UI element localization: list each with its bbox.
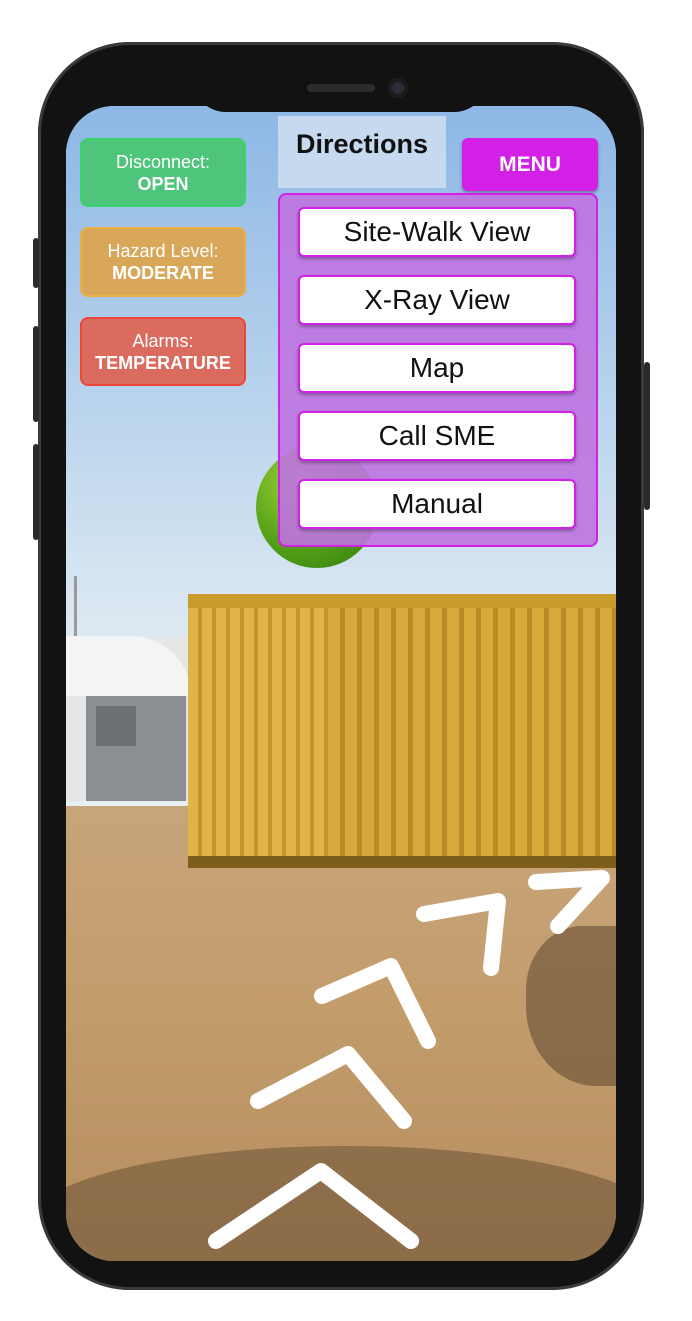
disconnect-status-badge: Disconnect: OPEN: [80, 138, 246, 207]
phone-volume-down-button: [33, 444, 39, 540]
disconnect-value: OPEN: [137, 174, 189, 194]
menu-item-map[interactable]: Map: [298, 343, 576, 393]
menu-item-manual[interactable]: Manual: [298, 479, 576, 529]
ar-camera-view: Disconnect: OPEN Hazard Level: MODERATE …: [66, 106, 616, 1261]
hazard-level-value: MODERATE: [112, 263, 214, 283]
hazard-level-badge: Hazard Level: MODERATE: [80, 227, 246, 297]
alarms-label: Alarms:: [132, 331, 194, 351]
phone-power-button: [644, 362, 650, 510]
phone-notch: [192, 62, 488, 112]
menu-panel: Site-Walk View X-Ray View Map Call SME M…: [278, 193, 598, 547]
menu-button[interactable]: MENU: [462, 138, 598, 191]
disconnect-label: Disconnect:: [115, 152, 211, 172]
menu-item-x-ray-view[interactable]: X-Ray View: [298, 275, 576, 325]
alarms-value: TEMPERATURE: [95, 353, 231, 373]
menu-item-call-sme[interactable]: Call SME: [298, 411, 576, 461]
phone-side-button: [33, 238, 39, 288]
front-camera-icon: [388, 78, 408, 98]
menu-item-site-walk-view[interactable]: Site-Walk View: [298, 207, 576, 257]
hazard-level-label: Hazard Level:: [107, 241, 219, 261]
page-title: Directions: [278, 116, 446, 188]
alarms-badge: Alarms: TEMPERATURE: [80, 317, 246, 386]
speaker-grille: [307, 84, 375, 92]
phone-volume-up-button: [33, 326, 39, 422]
